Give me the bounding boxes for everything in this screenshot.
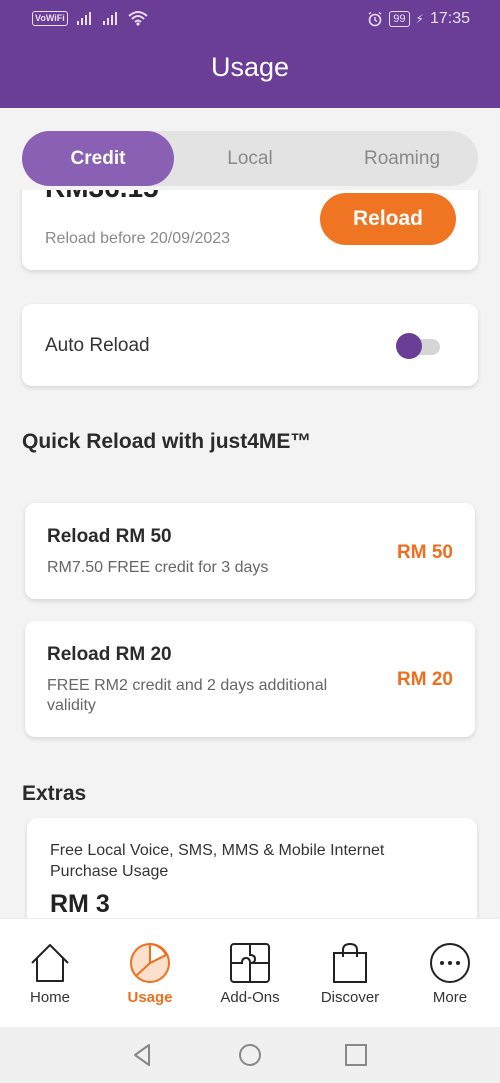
tab-local[interactable]: Local xyxy=(174,131,326,186)
nav-discover[interactable]: Discover xyxy=(300,919,400,1027)
charging-icon: ⚡ xyxy=(415,12,424,26)
extras-heading: Extras xyxy=(22,782,87,805)
offer-card-rm50[interactable]: Reload RM 50 RM7.50 FREE credit for 3 da… xyxy=(25,503,475,599)
offer-card-rm20[interactable]: Reload RM 20 FREE RM2 credit and 2 days … xyxy=(25,621,475,737)
puzzle-icon xyxy=(230,943,270,983)
more-icon xyxy=(430,943,470,983)
system-navigation-bar xyxy=(0,1027,500,1083)
nav-label: Home xyxy=(29,989,70,1006)
auto-reload-card: Auto Reload xyxy=(22,304,478,386)
balance-card: RM36.15 Reload before 20/09/2023 Reload xyxy=(22,190,478,270)
offer-title: Reload RM 20 xyxy=(47,644,172,665)
nav-usage[interactable]: Usage xyxy=(100,919,200,1027)
battery-icon: 99 xyxy=(389,11,410,27)
tab-credit[interactable]: Credit xyxy=(22,131,174,186)
bottom-navigation: Home Usage Add-Ons Discover More xyxy=(0,918,500,1027)
nav-label: Usage xyxy=(127,989,173,1006)
auto-reload-label: Auto Reload xyxy=(45,335,150,356)
balance-amount: RM36.15 xyxy=(45,190,159,204)
nav-add-ons[interactable]: Add-Ons xyxy=(200,919,300,1027)
alarm-icon xyxy=(368,11,382,27)
nav-label: Discover xyxy=(320,989,380,1006)
offer-price: RM 50 xyxy=(397,542,453,563)
shopping-bag-icon xyxy=(333,942,367,983)
extra-price: RM 3 xyxy=(50,890,110,918)
recents-icon[interactable] xyxy=(344,1043,368,1067)
extra-card[interactable]: Free Local Voice, SMS, MMS & Mobile Inte… xyxy=(27,818,477,918)
back-icon[interactable] xyxy=(131,1043,155,1067)
quick-reload-heading: Quick Reload with just4ME™ xyxy=(22,430,312,453)
offer-title: Reload RM 50 xyxy=(47,526,172,547)
home-icon xyxy=(31,944,69,982)
usage-tabs: Credit Local Roaming xyxy=(22,131,478,186)
nav-home[interactable]: Home xyxy=(0,919,100,1027)
reload-before-date: Reload before 20/09/2023 xyxy=(45,230,231,247)
status-bar: VoWiFi 99 ⚡ 17:35 xyxy=(0,0,500,42)
signal-icon xyxy=(76,12,91,25)
credit-content[interactable]: RM36.15 Reload before 20/09/2023 Reload … xyxy=(0,190,500,918)
reload-button[interactable]: Reload xyxy=(320,193,456,245)
extra-description: Free Local Voice, SMS, MMS & Mobile Inte… xyxy=(50,842,385,880)
nav-more[interactable]: More xyxy=(400,919,500,1027)
tab-roaming[interactable]: Roaming xyxy=(326,131,478,186)
offer-description: RM7.50 FREE credit for 3 days xyxy=(47,559,269,576)
offer-description: FREE RM2 credit and 2 days additional va… xyxy=(47,677,328,714)
pie-chart-icon xyxy=(130,942,170,983)
page-title: Usage xyxy=(210,52,290,82)
nav-label: More xyxy=(432,989,468,1006)
clock-time: 17:35 xyxy=(429,10,470,27)
app-header: VoWiFi 99 ⚡ 17:35 Usage xyxy=(0,0,500,108)
wifi-icon xyxy=(128,11,148,26)
toggle-knob xyxy=(396,333,422,359)
vowifi-icon: VoWiFi xyxy=(32,10,68,26)
nav-label: Add-Ons xyxy=(220,989,280,1006)
signal-icon-2 xyxy=(102,12,117,25)
auto-reload-toggle[interactable] xyxy=(396,333,440,359)
home-button-icon[interactable] xyxy=(238,1043,262,1067)
offer-price: RM 20 xyxy=(397,669,453,690)
